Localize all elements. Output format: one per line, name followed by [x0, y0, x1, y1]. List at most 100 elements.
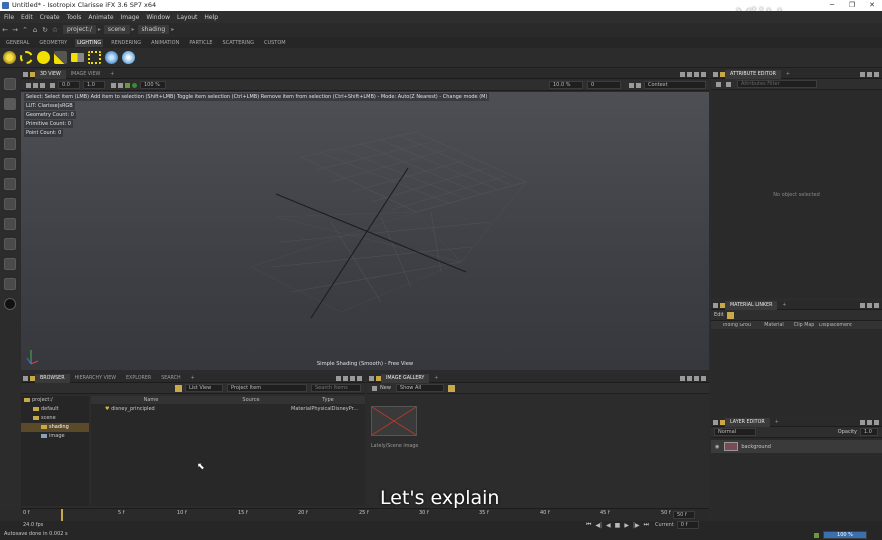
panel-maximize-icon[interactable] — [867, 419, 872, 425]
add-tab-button[interactable]: + — [781, 70, 795, 79]
panel-maximize-icon[interactable] — [694, 375, 699, 381]
point-light-icon[interactable] — [3, 51, 16, 64]
shelf-tab-particle[interactable]: PARTICLE — [187, 39, 214, 47]
panel-maximize-icon[interactable] — [694, 71, 699, 77]
visibility-icon[interactable] — [636, 82, 641, 88]
column-source[interactable]: Source — [211, 397, 291, 403]
panel-maximize-icon[interactable] — [867, 71, 872, 77]
panel-close-icon[interactable] — [701, 375, 706, 381]
layer-visibility-icon[interactable]: ◉ — [715, 444, 719, 450]
area-light-icon[interactable] — [71, 53, 84, 62]
menu-layout[interactable]: Layout — [177, 14, 197, 21]
panel-pin-icon[interactable] — [713, 302, 718, 308]
breadcrumb-shading[interactable]: shading — [137, 25, 170, 34]
sun-light-icon[interactable] — [20, 51, 33, 64]
home-icon[interactable]: ⌂ — [30, 26, 40, 34]
paint-tool-icon[interactable] — [4, 198, 16, 210]
panel-pin-icon[interactable] — [369, 375, 374, 381]
panel-pin-icon[interactable] — [23, 375, 28, 381]
tree-item-default[interactable]: default — [21, 405, 89, 414]
shelf-tab-scattering[interactable]: SCATTERING — [221, 39, 256, 47]
filter-icon[interactable] — [118, 82, 123, 88]
play-back-button[interactable]: ◀ — [606, 522, 611, 529]
next-key-button[interactable]: |▶ — [633, 522, 640, 529]
progressive-icon[interactable] — [132, 82, 137, 88]
frame-menu-icon[interactable] — [50, 82, 55, 88]
panel-layout-icon[interactable] — [860, 419, 865, 425]
tree-item-scene[interactable]: scene — [21, 414, 89, 423]
panel-layout-icon[interactable] — [680, 71, 685, 77]
add-tab-button[interactable]: + — [186, 374, 200, 383]
tab-explorer[interactable]: EXPLORER — [121, 374, 156, 383]
tree-item-shading[interactable]: shading — [21, 423, 89, 432]
spot-light-icon[interactable] — [54, 51, 67, 64]
render-icon[interactable] — [125, 82, 130, 88]
move-tool-icon[interactable] — [4, 118, 16, 130]
new-button[interactable]: New — [380, 385, 391, 391]
place-tool-icon[interactable] — [4, 178, 16, 190]
column-binding-group[interactable]: Inding Grou — [711, 323, 759, 328]
breadcrumb-scene[interactable]: scene — [103, 25, 130, 34]
snap-icon[interactable] — [111, 82, 116, 88]
column-name[interactable]: Name — [91, 397, 211, 403]
camera-tool-icon[interactable] — [4, 258, 16, 270]
tab-search[interactable]: SEARCH — [156, 374, 185, 383]
visibility-icon[interactable] — [716, 81, 721, 87]
gallery-settings-icon[interactable] — [447, 384, 455, 392]
shelf-tab-lighting[interactable]: LIGHTING — [75, 38, 104, 47]
panel-layout-icon[interactable] — [860, 71, 865, 77]
frame-field[interactable]: 0 — [587, 81, 621, 89]
sky-light-icon[interactable] — [105, 51, 118, 64]
stop-button[interactable]: ■ — [615, 522, 621, 529]
shelf-tab-rendering[interactable]: RENDERING — [109, 39, 143, 47]
blend-mode-dropdown[interactable]: Normal — [714, 428, 756, 436]
tab-layer-editor[interactable]: LAYER EDITOR — [725, 417, 770, 427]
menu-animate[interactable]: Animate — [88, 14, 113, 21]
tab-attribute-editor[interactable]: ATTRIBUTE EDITOR — [725, 69, 781, 79]
menu-help[interactable]: Help — [204, 14, 218, 21]
panel-maximize-icon[interactable] — [867, 302, 872, 308]
sampling-field[interactable]: 10.0 % — [549, 81, 583, 89]
column-type[interactable]: Type — [291, 397, 365, 403]
column-displacement[interactable]: Displacement — [819, 323, 882, 328]
forward-button[interactable]: → — [10, 26, 20, 34]
eyedropper-icon[interactable] — [4, 78, 16, 90]
play-button[interactable]: ▶ — [624, 522, 629, 529]
panel-split-icon[interactable] — [343, 375, 348, 381]
menu-create[interactable]: Create — [40, 14, 60, 21]
3d-viewport[interactable]: Select: Select item (LMB) Add item to se… — [21, 92, 709, 370]
new-item-icon[interactable] — [175, 384, 182, 392]
menu-file[interactable]: File — [4, 14, 14, 21]
bookmark-icon[interactable]: ☆ — [50, 26, 60, 34]
camera-menu-icon[interactable] — [40, 82, 45, 88]
tab-image-gallery[interactable]: IMAGE GALLERY — [381, 373, 430, 383]
timeline[interactable]: 0 f 5 f 10 f 15 f 20 f 25 f 30 f 35 f 40… — [21, 508, 709, 521]
view-menu-icon[interactable] — [26, 82, 31, 88]
filter-dropdown[interactable]: Project Item — [227, 384, 307, 392]
shelf-tab-geometry[interactable]: GEOMETRY — [37, 39, 69, 47]
edit-menu[interactable]: Edit — [714, 312, 724, 318]
tab-3d-view[interactable]: 3D VIEW — [35, 69, 66, 79]
zoom-field[interactable]: 100 % — [140, 81, 166, 89]
tree-item-project[interactable]: project:/ — [21, 396, 89, 405]
add-tab-button[interactable]: + — [777, 301, 791, 310]
current-frame-field[interactable]: 0 f — [676, 521, 699, 529]
panel-layout-icon[interactable] — [680, 375, 685, 381]
menu-edit[interactable]: Edit — [21, 14, 33, 21]
menu-image[interactable]: Image — [121, 14, 140, 21]
shelf-tab-animation[interactable]: ANIMATION — [149, 39, 181, 47]
panel-close-icon[interactable] — [874, 71, 879, 77]
table-row[interactable]: ♥ disney_principled MaterialPhysicalDisn… — [91, 404, 365, 413]
end-frame-field[interactable]: 50 f — [673, 511, 695, 519]
environment-light-icon[interactable] — [122, 51, 135, 64]
shelf-tab-custom[interactable]: CUSTOM — [262, 39, 288, 47]
column-material[interactable]: Material — [759, 323, 789, 328]
shelf-tab-general[interactable]: GENERAL — [4, 39, 31, 47]
tab-material-linker[interactable]: MATERIAL LINKER — [725, 300, 778, 310]
up-icon[interactable]: ⌃ — [20, 26, 30, 34]
panel-split-icon[interactable] — [687, 71, 692, 77]
distant-light-icon[interactable] — [37, 51, 50, 64]
attribute-filter-input[interactable]: Attributes Filter — [737, 80, 817, 88]
add-tab-button[interactable]: + — [429, 374, 443, 383]
panel-pin-icon[interactable] — [713, 71, 718, 77]
